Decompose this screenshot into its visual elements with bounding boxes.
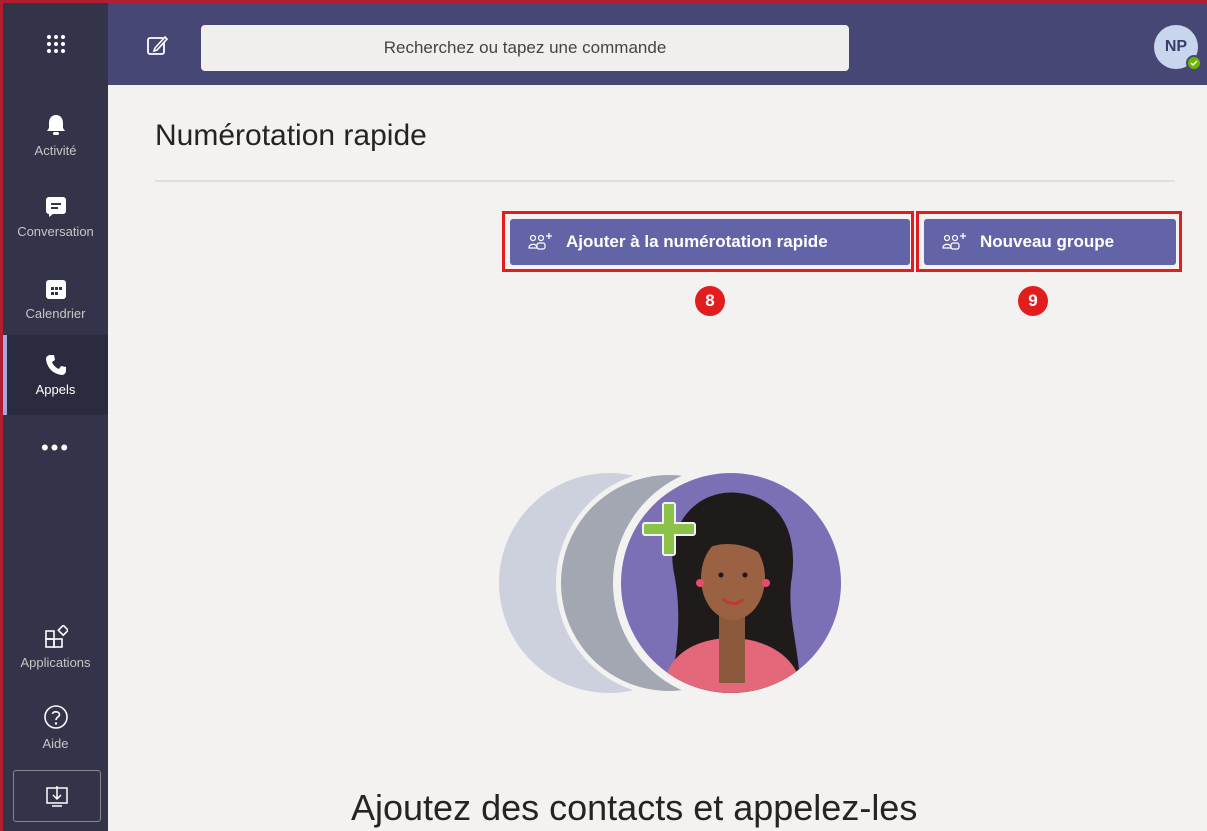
new-group-label: Nouveau groupe: [980, 232, 1115, 251]
phone-icon: [45, 354, 66, 375]
download-icon: [46, 786, 68, 807]
presence-available-icon: [1186, 55, 1202, 71]
rail-item-label: Appels: [35, 381, 76, 397]
page-title: Numérotation rapide: [155, 119, 427, 152]
new-chat-button[interactable]: [143, 31, 171, 59]
calendar-icon: [45, 279, 66, 299]
teams-window: Recherchez ou tapez une commande NP Acti…: [0, 0, 1207, 831]
rail-item-label: Calendrier: [25, 305, 86, 321]
empty-state-heading: Ajoutez des contacts et appelez-les: [351, 787, 918, 828]
rail-item-help[interactable]: Aide: [3, 687, 108, 767]
rail-item-label: Applications: [20, 654, 91, 670]
speed-dial-illustration: [499, 465, 849, 701]
rail-item-calendar[interactable]: Calendrier: [3, 259, 108, 339]
avatar-initials: NP: [1164, 38, 1188, 55]
avatar[interactable]: NP: [1154, 25, 1202, 71]
search-placeholder: Recherchez ou tapez une commande: [383, 38, 667, 57]
app-launcher-button[interactable]: [3, 3, 108, 85]
rail-item-applications[interactable]: Applications: [3, 607, 108, 687]
new-group-icon: [942, 232, 968, 252]
app-rail: Activité Conversation Calendrier Appels …: [3, 85, 108, 831]
rail-item-activity[interactable]: Activité: [3, 95, 108, 175]
top-bar: Recherchez ou tapez une commande NP: [3, 3, 1207, 85]
rail-item-label: Conversation: [17, 223, 94, 239]
rail-item-conversation[interactable]: Conversation: [3, 177, 108, 257]
add-speed-dial-button[interactable]: Ajouter à la numérotation rapide: [510, 219, 910, 265]
callout-badge-9: 9: [1018, 286, 1048, 316]
rail-item-calls[interactable]: Appels: [3, 335, 108, 415]
bell-icon: [46, 114, 65, 135]
more-apps-button[interactable]: •••: [3, 435, 108, 461]
callout-badge-8: 8: [695, 286, 725, 316]
divider: [155, 180, 1175, 182]
rail-item-label: Activité: [34, 142, 77, 158]
waffle-icon: [46, 35, 65, 53]
chat-icon: [45, 196, 66, 217]
new-group-button[interactable]: Nouveau groupe: [924, 219, 1176, 265]
help-icon: [43, 704, 68, 729]
apps-icon: [44, 624, 68, 648]
add-contact-icon: [528, 232, 554, 252]
rail-item-label: Aide: [42, 735, 69, 751]
compose-icon: [147, 35, 169, 55]
download-app-button[interactable]: [13, 770, 101, 822]
search-input[interactable]: Recherchez ou tapez une commande: [201, 25, 849, 71]
add-speed-dial-label: Ajouter à la numérotation rapide: [566, 232, 828, 251]
